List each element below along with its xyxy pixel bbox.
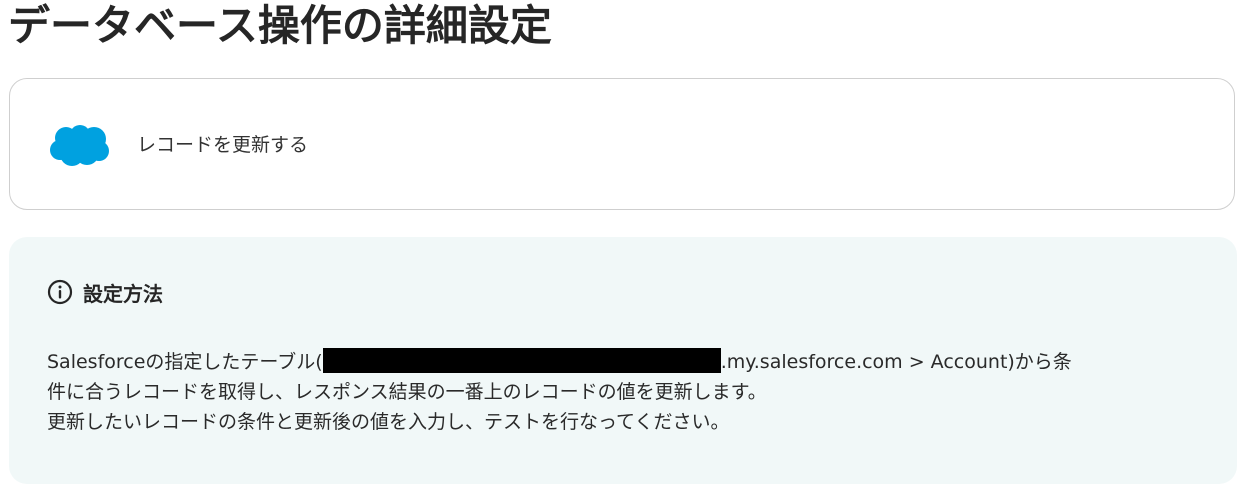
info-heading: 設定方法 bbox=[47, 277, 163, 307]
action-card[interactable]: レコードを更新する bbox=[9, 78, 1235, 210]
info-line-2: 件に合うレコードを取得し、レスポンス結果の一番上のレコードの値を更新します。 bbox=[47, 381, 767, 403]
info-panel: 設定方法 Salesforceの指定したテーブル( .my.salesforce.… bbox=[9, 237, 1237, 484]
salesforce-cloud-icon bbox=[49, 123, 109, 167]
info-line-3: 更新したいレコードの条件と更新後の値を入力し、テストを行なってください。 bbox=[47, 411, 730, 433]
info-body: Salesforceの指定したテーブル( .my.salesforce.com >… bbox=[47, 347, 1227, 437]
info-circle-icon bbox=[47, 279, 73, 305]
info-title: 設定方法 bbox=[83, 281, 163, 306]
action-label: レコードを更新する bbox=[137, 134, 309, 156]
info-line-1-prefix: Salesforceの指定したテーブル( bbox=[47, 351, 323, 373]
page-title: データベース操作の詳細設定 bbox=[8, 1, 552, 50]
redacted-block bbox=[322, 348, 721, 373]
info-line-1-suffix: .my.salesforce.com > Account)から条 bbox=[720, 351, 1072, 373]
info-line-1: Salesforceの指定したテーブル( .my.salesforce.com >… bbox=[47, 347, 1227, 377]
